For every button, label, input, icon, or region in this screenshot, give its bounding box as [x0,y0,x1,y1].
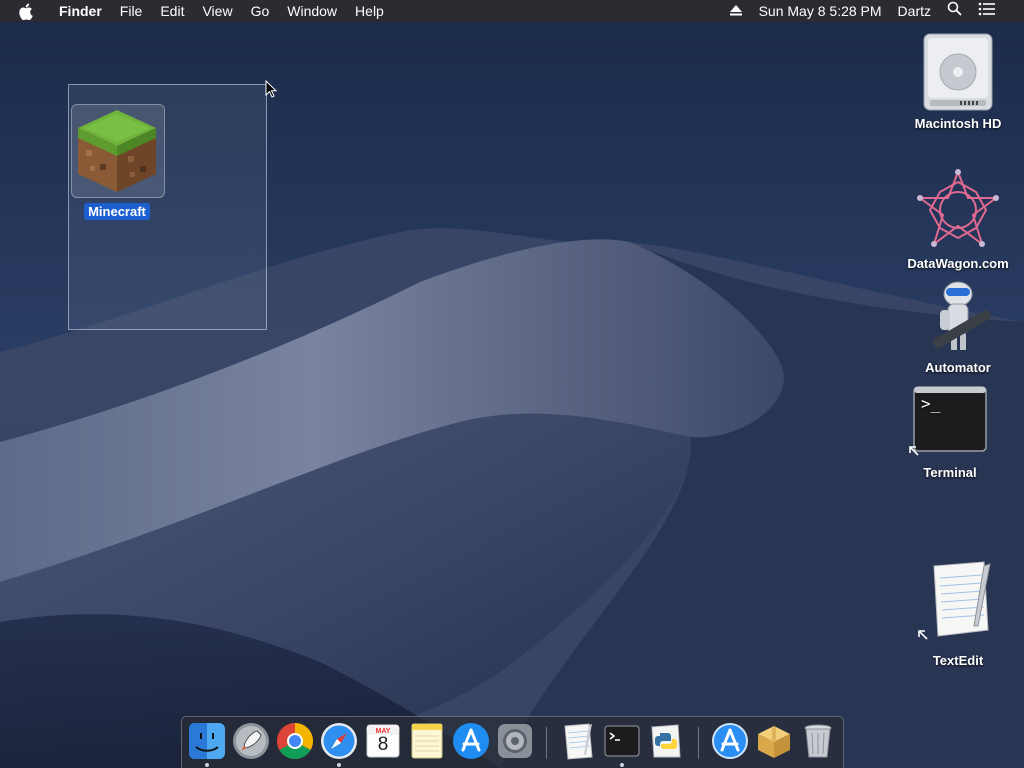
menu-go[interactable]: Go [242,0,279,22]
textedit-icon [564,723,593,760]
apple-menu[interactable] [0,3,50,20]
hard-drive-icon [923,33,993,111]
launchpad-rocket-icon [233,723,269,759]
python-icon [651,724,681,758]
macintosh-hd-label: Macintosh HD [914,116,1002,131]
clock[interactable]: Sun May 8 5:28 PM [751,0,890,22]
dock-app-store[interactable] [451,721,491,761]
dock-terminal[interactable] [602,721,642,761]
automator-robot-icon [932,281,992,350]
finder-icon [189,723,225,759]
gear-icon [498,724,532,758]
dock-notes[interactable] [407,721,447,761]
menu-bar: Finder File Edit View Go Window Help Sun… [0,0,1024,22]
datawagon-label: DataWagon.com [907,256,1009,271]
apple-icon [19,3,33,20]
dock-applications-folder[interactable] [710,721,750,761]
running-indicator-terminal [620,763,624,767]
datawagon-icon [916,169,1000,247]
safari-compass-icon [321,723,357,759]
textedit-document-icon [933,561,991,637]
desktop-icon-minecraft[interactable]: Minecraft [66,106,168,220]
desktop-icon-datawagon[interactable]: DataWagon.com [900,168,1016,272]
dock-calendar[interactable]: MAY 8 [363,721,403,761]
dock-python[interactable] [646,721,686,761]
menu-help[interactable]: Help [346,0,393,22]
spotlight-search-icon[interactable] [939,0,970,22]
dock: MAY 8 [181,716,844,768]
running-indicator-safari [337,763,341,767]
dock-safari[interactable] [319,721,359,761]
desktop-icon-macintosh-hd[interactable]: Macintosh HD [900,32,1016,132]
dock-downloads-stack[interactable] [754,721,794,761]
menu-edit[interactable]: Edit [151,0,193,22]
desktop-icon-terminal[interactable]: >_ Terminal [900,386,1000,481]
dock-finder[interactable] [187,721,227,761]
dock-textedit[interactable] [558,721,598,761]
terminal-prompt-text: >_ [921,394,941,413]
running-indicator-finder [205,763,209,767]
desktop-icon-textedit[interactable]: TextEdit [906,560,1010,669]
trash-icon [804,724,832,758]
minecraft-label: Minecraft [84,203,150,220]
dock-launchpad[interactable] [231,721,271,761]
dock-trash[interactable] [798,721,838,761]
mouse-pointer-icon [265,80,278,98]
notification-center-icon[interactable] [970,0,1004,22]
menu-window[interactable]: Window [278,0,346,22]
menu-view[interactable]: View [193,0,241,22]
app-store-icon [453,723,489,759]
alias-arrow-icon [918,630,928,640]
eject-icon[interactable] [721,0,751,22]
package-box-icon [758,726,790,758]
dock-separator [698,727,699,759]
terminal-icon [604,725,640,757]
minecraft-icon [78,110,156,192]
alias-arrow-icon [909,446,919,456]
user-menu[interactable]: Dartz [890,0,939,22]
applications-folder-icon [712,723,748,759]
desktop-icon-automator[interactable]: Automator [900,276,1016,376]
menu-app-finder[interactable]: Finder [50,0,111,22]
notes-icon [411,723,443,759]
textedit-label: TextEdit [932,653,984,668]
dock-chrome[interactable] [275,721,315,761]
menu-file[interactable]: File [111,0,152,22]
calendar-day: 8 [377,734,389,755]
terminal-label: Terminal [923,465,977,480]
dock-system-preferences[interactable] [495,721,535,761]
automator-label: Automator [925,360,991,375]
chrome-icon [276,723,314,760]
dock-separator [546,727,547,759]
